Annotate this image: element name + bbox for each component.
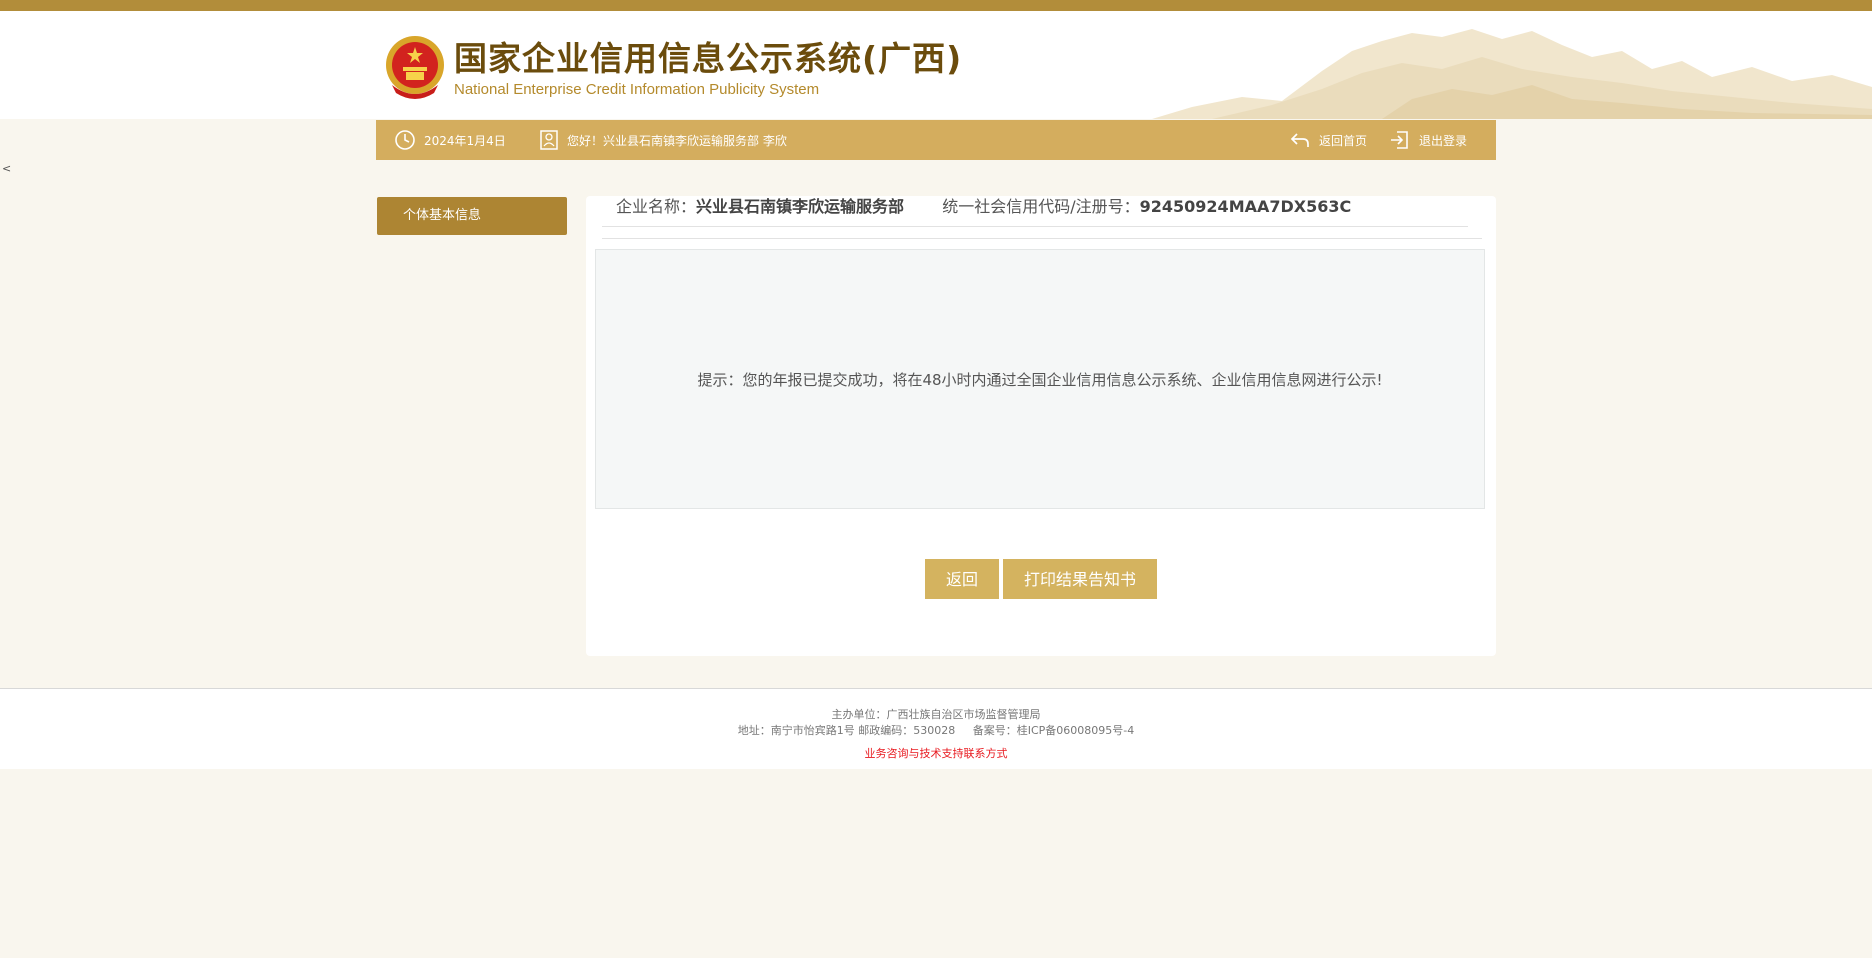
notice-text: 提示：您的年报已提交成功，将在48小时内通过全国企业信用信息公示系统、企业信用信…: [697, 370, 1383, 389]
national-emblem-icon: [386, 36, 444, 99]
logout-icon: [1391, 131, 1408, 149]
greeting-text: 您好！兴业县石南镇李欣运输服务部 李欣: [567, 133, 787, 148]
site-header: 国家企业信用信息公示系统(广西) National Enterprise Cre…: [0, 11, 1872, 119]
home-link-label: 返回首页: [1319, 133, 1368, 148]
footer-contact-link[interactable]: 业务咨询与技术支持联系方式: [0, 745, 1872, 761]
print-notice-button[interactable]: 打印结果告知书: [1003, 559, 1157, 599]
credit-code: 92450924MAA7DX563C: [1139, 197, 1352, 216]
mountain-decoration-icon: [1152, 29, 1872, 119]
back-link[interactable]: <: [2, 162, 11, 175]
user-greeting: 您好！兴业县石南镇李欣运输服务部 李欣: [539, 120, 787, 160]
home-link[interactable]: 返回首页: [1289, 120, 1367, 160]
divider: [602, 238, 1482, 239]
divider: [602, 226, 1468, 227]
return-button[interactable]: 返回: [925, 559, 999, 599]
return-arrow-icon: [1290, 133, 1309, 147]
user-card-icon: [540, 130, 558, 150]
enterprise-info: 企业名称：兴业县石南镇李欣运输服务部 统一社会信用代码/注册号：92450924…: [616, 196, 1351, 226]
enterprise-name-label: 企业名称：: [616, 197, 697, 216]
logout-link[interactable]: 退出登录: [1389, 120, 1467, 160]
user-toolbar: 2024年1月4日 您好！兴业县石南镇李欣运输服务部 李欣 返回首页 退出登录: [376, 120, 1496, 160]
footer-sponsor: 主办单位：广西壮族自治区市场监督管理局: [831, 708, 1041, 721]
clock-icon: [395, 130, 415, 150]
date-text: 2024年1月4日: [424, 133, 506, 148]
site-title: 国家企业信用信息公示系统(广西): [454, 39, 963, 78]
top-strip: [0, 0, 1872, 11]
footer: 主办单位：广西壮族自治区市场监督管理局 地址：南宁市怡宾路1号 邮政编码：530…: [0, 688, 1872, 769]
logout-link-label: 退出登录: [1419, 133, 1468, 148]
footer-address: 地址：南宁市怡宾路1号 邮政编码：530028 备案号：桂ICP备0600809…: [737, 724, 1135, 737]
site-subtitle: National Enterprise Credit Information P…: [454, 81, 820, 98]
sidebar-item-label: 个体基本信息: [403, 208, 482, 223]
sidebar-item-basic-info[interactable]: 个体基本信息: [377, 197, 567, 235]
enterprise-name: 兴业县石南镇李欣运输服务部: [696, 197, 905, 216]
notice-box: 提示：您的年报已提交成功，将在48小时内通过全国企业信用信息公示系统、企业信用信…: [595, 249, 1485, 509]
page: 国家企业信用信息公示系统(广西) National Enterprise Cre…: [0, 0, 1872, 958]
credit-code-label: 统一社会信用代码/注册号：: [942, 197, 1140, 216]
date-display: 2024年1月4日: [394, 120, 506, 160]
main-panel: 企业名称：兴业县石南镇李欣运输服务部 统一社会信用代码/注册号：92450924…: [586, 196, 1496, 656]
